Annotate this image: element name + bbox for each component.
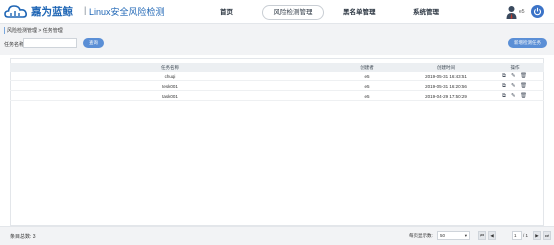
edit-icon[interactable]: ✎ (511, 73, 516, 79)
delete-icon[interactable]: 🗑 (520, 83, 527, 89)
cell-task-name: chuqi (164, 74, 176, 79)
product-name: Linux安全风险检测 (89, 7, 165, 17)
copy-icon[interactable]: ⧉ (502, 83, 506, 90)
col-actions: 操作 (510, 65, 520, 70)
page-number-input[interactable]: 1 (512, 231, 522, 240)
username: e5 (519, 9, 525, 15)
cell-task-name: tesk001 (162, 84, 178, 89)
total-count: 条目总数: 3 (10, 233, 36, 240)
cell-created-time: 2019-04-29 17:50:29 (425, 94, 467, 99)
new-task-button[interactable]: 新增检测任务 (508, 38, 547, 48)
prev-page-button[interactable]: ◀ (488, 231, 496, 240)
first-page-button[interactable]: ⏮ (478, 231, 486, 240)
cell-creator: e5 (364, 84, 370, 89)
copy-icon[interactable]: ⧉ (502, 93, 506, 100)
col-creator: 创建者 (360, 65, 374, 70)
edit-icon[interactable]: ✎ (511, 83, 516, 89)
col-created-time: 创建时间 (437, 65, 455, 70)
cell-task-name: task001 (162, 94, 178, 99)
next-page-button[interactable]: ▶ (533, 231, 541, 240)
user-avatar-icon[interactable] (506, 5, 517, 19)
cell-creator: e5 (364, 94, 370, 99)
delete-icon[interactable]: 🗑 (520, 73, 527, 79)
cell-created-time: 2019-05-31 16:43:51 (425, 74, 467, 79)
col-task-name: 任务名称 (161, 65, 179, 70)
table-header (10, 63, 544, 72)
per-page-select[interactable]: 50 ▾ (437, 231, 470, 240)
pagination-bar (0, 226, 554, 245)
total-label: 条目总数: (10, 234, 32, 240)
cloud-logo-icon (4, 5, 27, 18)
top-header: 嘉为蓝鲸 | Linux安全风险检测 首页 风险检测管理 黑名单管理 系统管理 … (0, 0, 554, 24)
last-page-button[interactable]: ⏭ (543, 231, 551, 240)
per-page-value: 50 (440, 233, 446, 238)
brand-name: 嘉为蓝鲸 (31, 6, 73, 18)
page-total: / 1 (523, 233, 529, 238)
brand-separator: | (84, 5, 87, 15)
nav-system[interactable]: 系统管理 (413, 6, 439, 16)
task-name-input[interactable] (23, 38, 77, 48)
breadcrumb: 风险检测管理 > 任务管理 (4, 27, 63, 34)
total-value: 3 (32, 234, 36, 240)
cell-created-time: 2019-05-31 16:20:56 (425, 84, 467, 89)
copy-icon[interactable]: ⧉ (502, 73, 506, 80)
delete-icon[interactable]: 🗑 (520, 93, 527, 99)
nav-risk-detection[interactable]: 风险检测管理 (262, 5, 324, 20)
query-button[interactable]: 查询 (83, 38, 104, 48)
per-page-label: 每页显示数: (409, 233, 433, 238)
edit-icon[interactable]: ✎ (511, 93, 516, 99)
power-icon[interactable] (531, 5, 544, 18)
nav-blacklist[interactable]: 黑名单管理 (343, 6, 376, 16)
chevron-down-icon: ▾ (464, 233, 467, 238)
cell-creator: e5 (364, 74, 370, 79)
nav-home[interactable]: 首页 (220, 6, 233, 16)
